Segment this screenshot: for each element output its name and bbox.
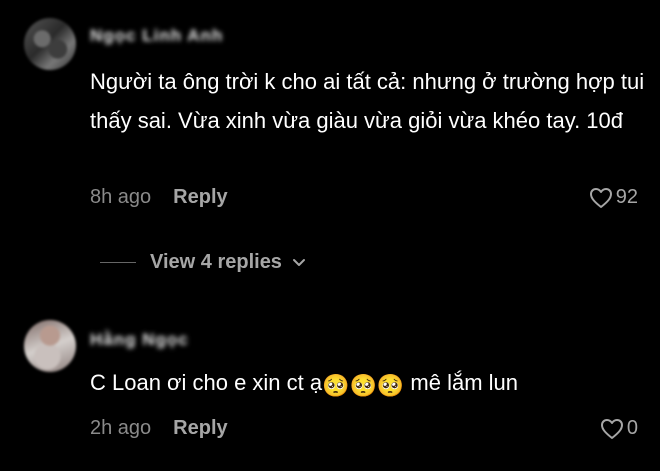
comment-text-part: C Loan ơi cho e xin ct ạ [90, 370, 323, 395]
timestamp: 2h ago [90, 417, 152, 439]
timestamp: 8h ago [90, 186, 152, 208]
chevron-down-icon [292, 258, 305, 266]
reply-button[interactable]: Reply [173, 186, 227, 209]
like-count: 0 [626, 417, 638, 439]
comment-text-part: mê lắm lun [404, 370, 519, 395]
comment-meta: 2h ago Reply [90, 417, 228, 440]
like-button[interactable]: 0 [600, 417, 638, 440]
like-button[interactable]: 92 [589, 186, 638, 209]
comment-meta: 8h ago Reply [90, 186, 228, 209]
username[interactable]: Ngọc Linh Anh [90, 26, 223, 48]
like-count: 92 [615, 186, 638, 208]
avatar[interactable] [24, 320, 76, 372]
view-replies-button[interactable]: View 4 replies [100, 251, 306, 274]
divider [100, 262, 136, 263]
reply-button[interactable]: Reply [173, 417, 227, 440]
view-replies-label: View 4 replies [150, 251, 282, 273]
comment-text: C Loan ơi cho e xin ct ạ🥺🥺🥺 mê lắm lun [90, 363, 650, 405]
heart-icon [589, 187, 612, 208]
pleading-face-emoji: 🥺🥺🥺 [322, 373, 405, 398]
comment-text: Người ta ông trời k cho ai tất cả: nhưng… [90, 69, 645, 133]
username[interactable]: Hằng Ngọc [90, 330, 189, 352]
heart-icon [600, 418, 623, 439]
avatar[interactable] [24, 18, 76, 70]
